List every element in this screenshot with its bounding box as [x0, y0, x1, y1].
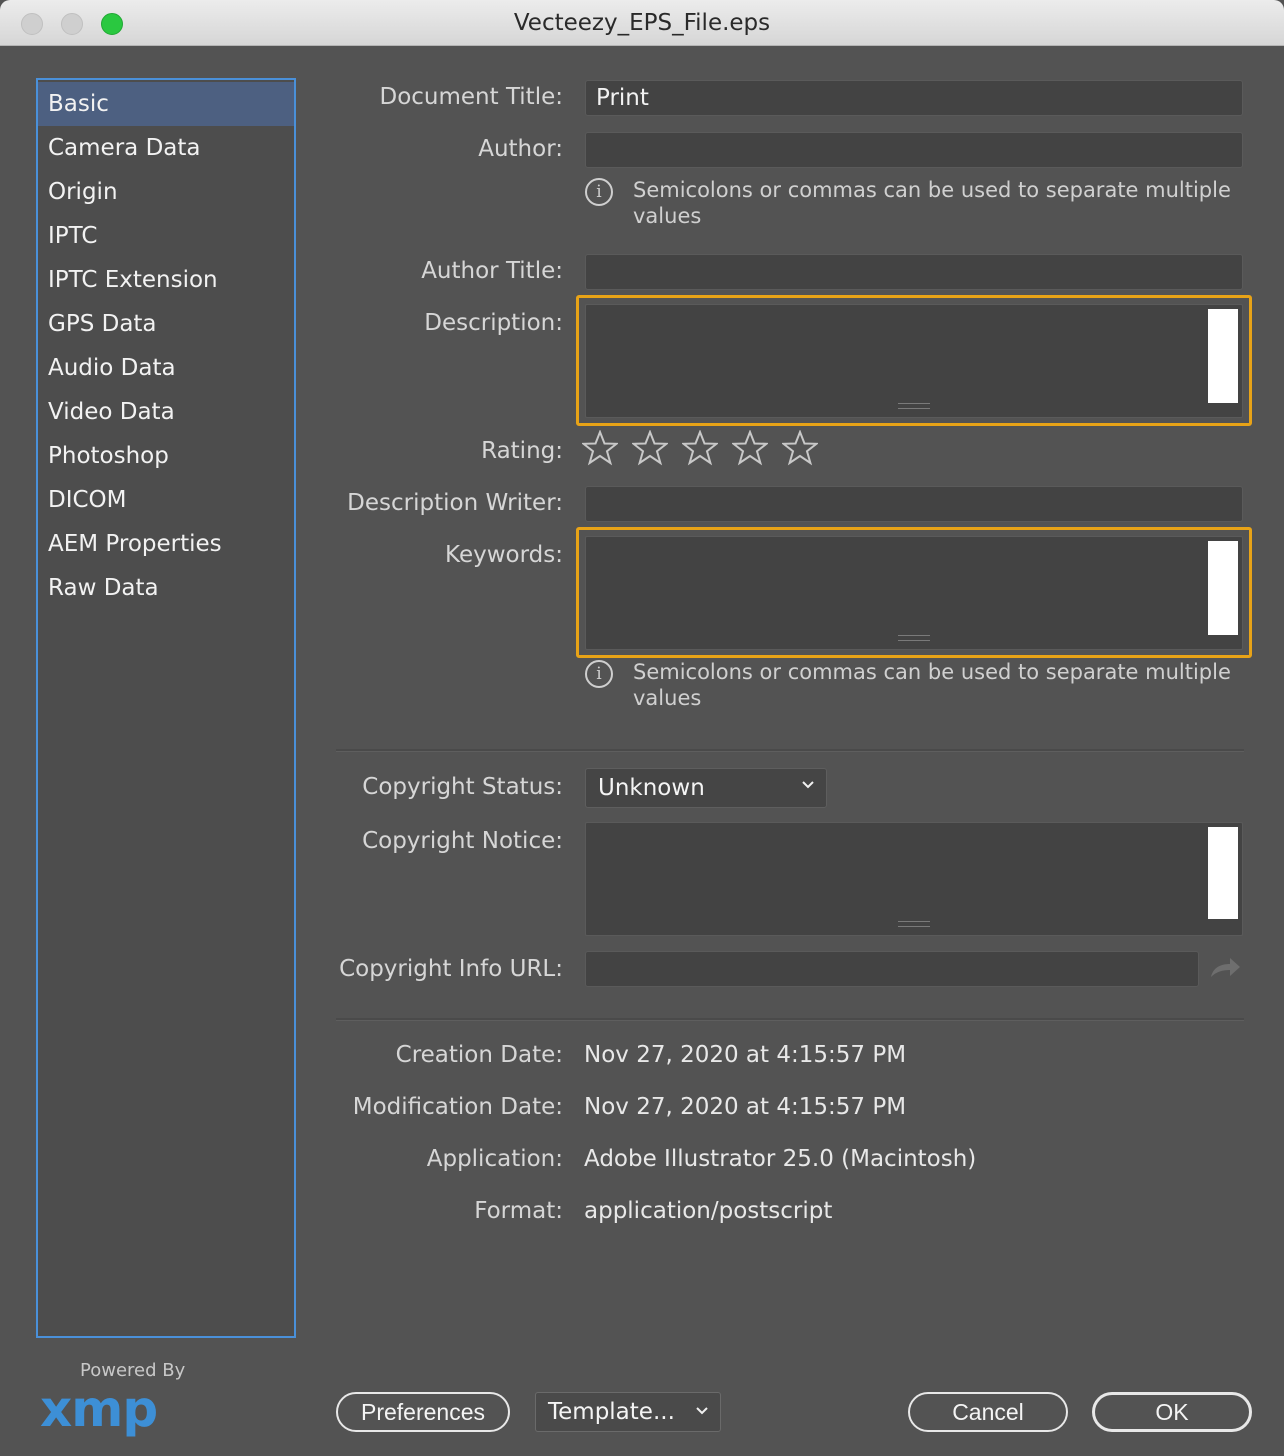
window-title: Vecteezy_EPS_File.eps	[513, 10, 771, 36]
chevron-down-icon	[802, 781, 814, 789]
copyright-notice-textarea[interactable]	[585, 822, 1243, 936]
author-field[interactable]	[585, 132, 1243, 168]
title-bar: Vecteezy_EPS_File.eps	[0, 0, 1284, 46]
rating-stars	[582, 430, 827, 470]
description-writer-label: Description Writer:	[347, 490, 563, 516]
keywords-hint-text: Semicolons or commas can be used to sepa…	[633, 660, 1231, 710]
application-label: Application:	[426, 1146, 563, 1172]
keywords-textarea[interactable]	[585, 536, 1243, 650]
sidebar-item-iptc-extension[interactable]: IPTC Extension	[38, 258, 294, 302]
section-divider	[336, 1018, 1244, 1021]
creation-date-label: Creation Date:	[395, 1042, 563, 1068]
format-value: application/postscript	[584, 1198, 833, 1224]
ok-button[interactable]: OK	[1092, 1392, 1252, 1432]
powered-by-label: Powered By	[80, 1360, 186, 1381]
sidebar-item-aem-properties[interactable]: AEM Properties	[38, 522, 294, 566]
application-value: Adobe Illustrator 25.0 (Macintosh)	[584, 1146, 977, 1172]
keywords-resize-grip[interactable]	[898, 635, 930, 641]
format-label: Format:	[474, 1198, 563, 1224]
creation-date-value: Nov 27, 2020 at 4:15:57 PM	[584, 1042, 907, 1068]
category-sidebar: Basic Camera Data Origin IPTC IPTC Exten…	[36, 78, 296, 1338]
description-textarea[interactable]	[585, 304, 1243, 418]
description-writer-field[interactable]	[585, 486, 1243, 522]
star-icon[interactable]	[732, 430, 769, 466]
open-url-arrow-icon[interactable]	[1208, 955, 1242, 981]
sidebar-item-photoshop[interactable]: Photoshop	[38, 434, 294, 478]
star-icon[interactable]	[632, 430, 669, 466]
copyright-url-field[interactable]	[585, 951, 1199, 987]
template-menu-label: Template...	[548, 1399, 675, 1425]
template-menu-button[interactable]: Template...	[535, 1392, 721, 1432]
author-title-label: Author Title:	[421, 258, 563, 284]
keywords-label: Keywords:	[445, 542, 563, 568]
cancel-button[interactable]: Cancel	[908, 1392, 1068, 1432]
sidebar-item-video-data[interactable]: Video Data	[38, 390, 294, 434]
star-icon[interactable]	[782, 430, 819, 466]
sidebar-item-origin[interactable]: Origin	[38, 170, 294, 214]
document-title-field[interactable]: Print	[585, 80, 1243, 116]
star-icon[interactable]	[682, 430, 719, 466]
chevron-down-icon	[696, 1407, 708, 1415]
sidebar-item-dicom[interactable]: DICOM	[38, 478, 294, 522]
keywords-scrollbar[interactable]	[1208, 541, 1238, 635]
sidebar-item-raw-data[interactable]: Raw Data	[38, 566, 294, 610]
copyright-status-label: Copyright Status:	[362, 774, 563, 800]
author-label: Author:	[478, 136, 563, 162]
author-hint-text: Semicolons or commas can be used to sepa…	[633, 178, 1231, 228]
copyright-status-select[interactable]: Unknown	[585, 768, 827, 808]
rating-label: Rating:	[481, 438, 563, 464]
info-icon: i	[585, 178, 613, 206]
sidebar-item-basic[interactable]: Basic	[38, 82, 294, 126]
author-title-field[interactable]	[585, 254, 1243, 290]
sidebar-item-gps-data[interactable]: GPS Data	[38, 302, 294, 346]
info-icon: i	[585, 660, 613, 688]
description-scrollbar[interactable]	[1208, 309, 1238, 403]
star-icon[interactable]	[582, 430, 618, 466]
sidebar-item-camera-data[interactable]: Camera Data	[38, 126, 294, 170]
description-label: Description:	[424, 310, 563, 336]
copyright-notice-resize-grip[interactable]	[898, 921, 930, 927]
xmp-logo: xmp	[40, 1380, 158, 1438]
description-resize-grip[interactable]	[898, 403, 930, 409]
sidebar-item-iptc[interactable]: IPTC	[38, 214, 294, 258]
copyright-notice-scrollbar[interactable]	[1208, 827, 1238, 919]
section-divider	[336, 749, 1244, 752]
copyright-status-value: Unknown	[598, 775, 705, 801]
sidebar-item-audio-data[interactable]: Audio Data	[38, 346, 294, 390]
document-title-label: Document Title:	[379, 84, 563, 110]
preferences-button[interactable]: Preferences	[336, 1392, 510, 1432]
modification-date-value: Nov 27, 2020 at 4:15:57 PM	[584, 1094, 907, 1120]
modification-date-label: Modification Date:	[352, 1094, 563, 1120]
copyright-notice-label: Copyright Notice:	[362, 828, 563, 854]
copyright-url-label: Copyright Info URL:	[339, 956, 563, 982]
